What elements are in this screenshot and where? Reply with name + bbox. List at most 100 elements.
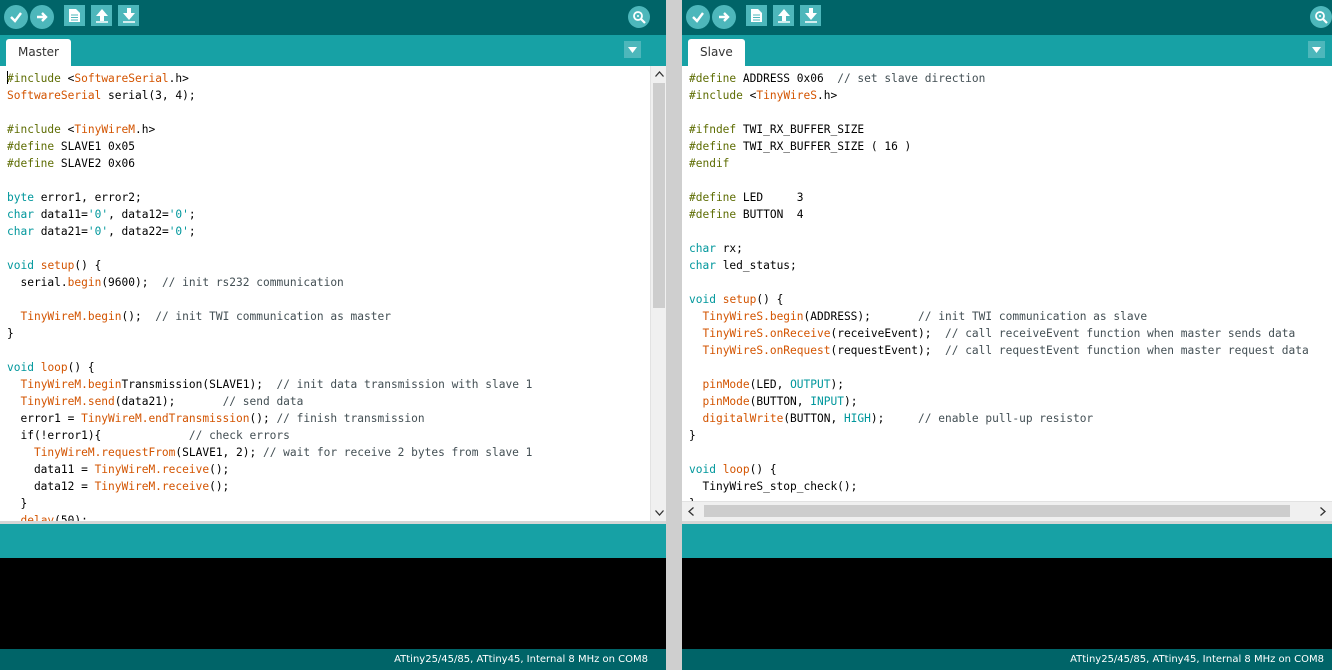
save-icon bbox=[122, 8, 135, 23]
code-lines: #include <SoftwareSerial.h> SoftwareSeria… bbox=[0, 66, 650, 521]
code-line: void loop() { bbox=[689, 463, 777, 476]
code-line: data12 = TinyWireM.receive(); bbox=[7, 480, 230, 493]
serial-monitor-button[interactable] bbox=[628, 6, 650, 28]
code-line: error1 = TinyWireM.endTransmission(); //… bbox=[7, 412, 425, 425]
toolbar bbox=[0, 0, 666, 35]
message-bar bbox=[682, 521, 1332, 558]
toolbar bbox=[682, 0, 1332, 35]
code-line: delay(50); bbox=[20, 514, 88, 521]
code-line: if(!error1){ // check errors bbox=[7, 429, 290, 442]
code-line: #define SLAVE1 0x05 bbox=[7, 140, 135, 153]
code-line: } bbox=[7, 497, 28, 510]
code-line: char rx; bbox=[689, 242, 743, 255]
code-editor[interactable]: #include <SoftwareSerial.h> SoftwareSeria… bbox=[0, 66, 650, 521]
code-line: #include <SoftwareSerial.h> bbox=[7, 71, 189, 85]
code-line: void setup() { bbox=[7, 259, 102, 272]
code-line: TinyWireM.beginTransmission(SLAVE1); // … bbox=[20, 378, 533, 391]
code-line: char data11='0', data12='0'; bbox=[7, 208, 196, 221]
save-button[interactable] bbox=[800, 5, 821, 26]
code-line: #define SLAVE2 0x06 bbox=[7, 157, 135, 170]
tab-bar: Slave bbox=[682, 35, 1332, 66]
tab-menu-button[interactable] bbox=[624, 41, 641, 58]
code-line: SoftwareSerial serial(3, 4); bbox=[7, 89, 196, 102]
code-line: pinMode(BUTTON, INPUT); bbox=[702, 395, 858, 408]
vertical-scrollbar[interactable] bbox=[650, 66, 666, 521]
code-line: char data21='0', data22='0'; bbox=[7, 225, 196, 238]
code-line: #define ADDRESS 0x06 // set slave direct… bbox=[689, 72, 986, 85]
code-line: serial.begin(9600); // init rs232 commun… bbox=[7, 276, 344, 289]
new-button[interactable] bbox=[746, 5, 767, 26]
code-line: data11 = TinyWireM.receive(); bbox=[7, 463, 230, 476]
code-line: byte error1, error2; bbox=[7, 191, 142, 204]
tab-slave[interactable]: Slave bbox=[688, 39, 745, 66]
code-line: TinyWireS.begin(ADDRESS); // init TWI co… bbox=[702, 310, 1148, 323]
open-button[interactable] bbox=[773, 5, 794, 26]
code-line: } bbox=[689, 429, 696, 442]
open-button[interactable] bbox=[91, 5, 112, 26]
scrollbar-thumb[interactable] bbox=[653, 83, 665, 308]
verify-button[interactable] bbox=[4, 5, 28, 29]
upload-icon bbox=[37, 12, 48, 22]
code-line: TinyWireM.requestFrom(SLAVE1, 2); // wai… bbox=[33, 446, 533, 459]
open-icon bbox=[777, 9, 790, 23]
save-button[interactable] bbox=[118, 5, 139, 26]
code-line: #define LED 3 bbox=[689, 191, 804, 204]
scroll-left-button[interactable] bbox=[682, 502, 700, 521]
code-lines: #define ADDRESS 0x06 // set slave direct… bbox=[682, 66, 1332, 501]
upload-button[interactable] bbox=[712, 5, 736, 29]
code-line: char led_status; bbox=[689, 259, 797, 272]
code-line: void loop() { bbox=[7, 361, 95, 374]
upload-icon bbox=[719, 12, 730, 22]
chevron-up-icon bbox=[654, 71, 664, 77]
console-output[interactable] bbox=[0, 558, 666, 649]
code-line: TinyWireM.begin(); // init TWI communica… bbox=[20, 310, 391, 323]
tab-master[interactable]: Master bbox=[6, 39, 71, 66]
board-status: ATtiny25/45/85, ATtiny45, Internal 8 MHz… bbox=[682, 649, 1332, 670]
scroll-right-button[interactable] bbox=[1314, 502, 1332, 521]
board-status: ATtiny25/45/85, ATtiny45, Internal 8 MHz… bbox=[0, 649, 666, 670]
console-output[interactable] bbox=[682, 558, 1332, 649]
save-icon bbox=[804, 8, 817, 23]
serial-monitor-icon bbox=[633, 11, 646, 24]
upload-button[interactable] bbox=[30, 5, 54, 29]
chevron-down-icon bbox=[1312, 46, 1321, 53]
horizontal-scrollbar[interactable] bbox=[682, 501, 1332, 521]
code-line: TinyWireM.send(data21); // send data bbox=[20, 395, 304, 408]
code-line: digitalWrite(BUTTON, HIGH); // enable pu… bbox=[702, 412, 1094, 425]
code-line: TinyWireS_stop_check(); bbox=[689, 480, 858, 493]
chevron-down-icon bbox=[654, 510, 664, 516]
new-button[interactable] bbox=[64, 5, 85, 26]
new-icon bbox=[69, 9, 80, 22]
open-icon bbox=[95, 9, 108, 23]
scrollbar-thumb[interactable] bbox=[704, 505, 1290, 517]
tab-bar: Master bbox=[0, 35, 666, 66]
verify-icon bbox=[10, 12, 22, 23]
code-line: TinyWireS.onReceive(receiveEvent); // ca… bbox=[702, 327, 1296, 340]
code-editor[interactable]: #define ADDRESS 0x06 // set slave direct… bbox=[682, 66, 1332, 501]
master-ide-window: Master #include <SoftwareSerial.h> Softwa… bbox=[0, 0, 666, 670]
serial-monitor-button[interactable] bbox=[1310, 6, 1332, 28]
code-line: #endif bbox=[689, 157, 730, 170]
chevron-right-icon bbox=[1320, 507, 1326, 516]
chevron-left-icon bbox=[688, 507, 694, 516]
serial-monitor-icon bbox=[1315, 11, 1328, 24]
code-line: #include <TinyWireS.h> bbox=[689, 89, 838, 102]
code-line: pinMode(LED, OUTPUT); bbox=[702, 378, 844, 391]
verify-button[interactable] bbox=[686, 5, 710, 29]
tab-menu-button[interactable] bbox=[1308, 41, 1325, 58]
code-line: #define TWI_RX_BUFFER_SIZE ( 16 ) bbox=[689, 140, 912, 153]
scroll-down-button[interactable] bbox=[651, 505, 666, 521]
chevron-down-icon bbox=[628, 46, 637, 53]
scroll-up-button[interactable] bbox=[651, 66, 666, 82]
code-line: #define BUTTON 4 bbox=[689, 208, 804, 221]
